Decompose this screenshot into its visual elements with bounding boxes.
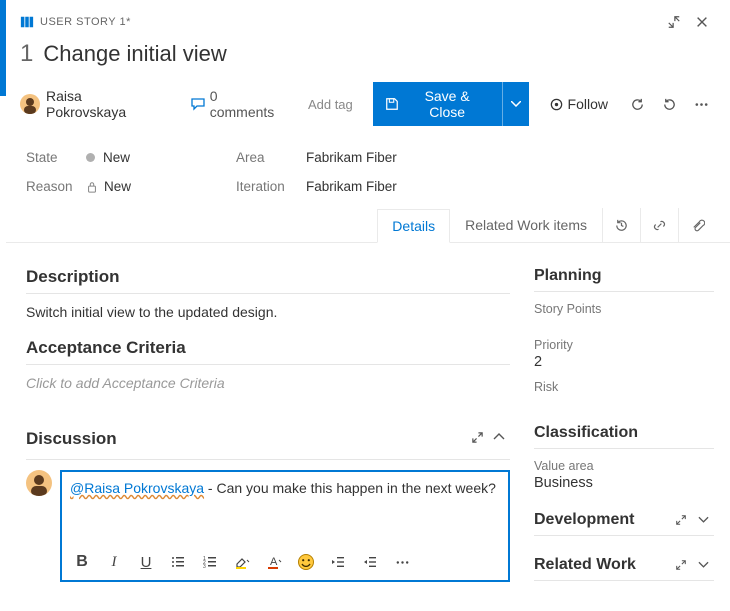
tab-details[interactable]: Details (377, 209, 450, 243)
indent-button[interactable] (356, 548, 384, 576)
add-tag-button[interactable]: Add tag (300, 93, 361, 116)
divider (26, 459, 510, 460)
emoji-button[interactable] (292, 548, 320, 576)
discussion-heading: Discussion (26, 429, 117, 449)
work-item-type-icon (20, 15, 34, 29)
reason-value-text: New (104, 179, 131, 194)
comments-count-text: 0 comments (210, 88, 286, 120)
acceptance-criteria-placeholder[interactable]: Click to add Acceptance Criteria (26, 375, 510, 391)
collapse-related-work-icon[interactable] (692, 554, 714, 576)
save-dropdown-button[interactable] (502, 82, 529, 126)
work-item-id: 1 (20, 40, 33, 68)
mention-link[interactable]: @Raisa Pokrovskaya (70, 480, 204, 496)
tab-history-icon[interactable] (602, 208, 640, 242)
divider (534, 580, 714, 581)
refresh-icon[interactable] (624, 90, 652, 118)
numbered-list-button[interactable]: 123 (196, 548, 224, 576)
expand-discussion-icon[interactable] (466, 426, 488, 448)
priority-label: Priority (534, 338, 714, 352)
outdent-button[interactable] (324, 548, 352, 576)
discussion-editor[interactable]: @Raisa Pokrovskaya - Can you make this h… (60, 470, 510, 582)
collapse-discussion-icon[interactable] (488, 426, 510, 448)
divider (534, 535, 714, 536)
assignee-avatar[interactable] (20, 94, 40, 114)
work-item-title[interactable]: Change initial view (43, 41, 226, 67)
story-points-label: Story Points (534, 302, 714, 316)
save-button-label: Save & Close (405, 88, 490, 120)
italic-button[interactable]: I (100, 548, 128, 576)
planning-heading: Planning (534, 267, 714, 285)
comments-count[interactable]: 0 comments (190, 88, 286, 120)
priority-value[interactable]: 2 (534, 354, 714, 370)
value-area-value[interactable]: Business (534, 475, 714, 491)
divider (26, 293, 510, 294)
follow-label: Follow (568, 96, 608, 112)
toolbar-more-icon[interactable] (388, 548, 416, 576)
value-area-label: Value area (534, 459, 714, 473)
svg-text:3: 3 (203, 564, 206, 570)
lock-icon (86, 181, 98, 193)
divider (534, 291, 714, 292)
tab-related-work-items[interactable]: Related Work items (450, 208, 602, 242)
iteration-value[interactable]: Fabrikam Fiber (306, 179, 506, 194)
tab-links-icon[interactable] (640, 208, 678, 242)
restore-window-icon[interactable] (660, 8, 688, 36)
discussion-editor-body[interactable]: @Raisa Pokrovskaya - Can you make this h… (62, 472, 508, 544)
save-and-close-button[interactable]: Save & Close (373, 82, 502, 126)
description-heading: Description (26, 267, 510, 287)
area-value[interactable]: Fabrikam Fiber (306, 150, 506, 165)
related-work-heading: Related Work (534, 556, 636, 574)
current-user-avatar (26, 470, 52, 496)
font-color-button[interactable]: A (260, 548, 288, 576)
reason-value[interactable]: New (86, 179, 236, 194)
reason-label: Reason (26, 179, 86, 194)
expand-development-icon[interactable] (670, 509, 692, 531)
work-item-type-label: USER STORY 1* (40, 16, 131, 28)
tab-attachments-icon[interactable] (678, 208, 716, 242)
acceptance-criteria-heading: Acceptance Criteria (26, 338, 510, 358)
state-dot-icon (86, 153, 95, 162)
development-heading: Development (534, 511, 634, 529)
description-text[interactable]: Switch initial view to the updated desig… (26, 304, 510, 320)
close-icon[interactable] (688, 8, 716, 36)
more-actions-icon[interactable] (688, 90, 716, 118)
divider (534, 448, 714, 449)
assignee-name[interactable]: Raisa Pokrovskaya (46, 88, 166, 120)
highlight-color-button[interactable] (228, 548, 256, 576)
state-value-text: New (103, 150, 130, 165)
area-label: Area (236, 150, 306, 165)
expand-related-work-icon[interactable] (670, 554, 692, 576)
discussion-comment-text: - Can you make this happen in the next w… (204, 480, 496, 496)
revert-icon[interactable] (656, 90, 684, 118)
iteration-label: Iteration (236, 179, 306, 194)
collapse-development-icon[interactable] (692, 509, 714, 531)
bold-button[interactable]: B (68, 548, 96, 576)
divider (26, 364, 510, 365)
state-label: State (26, 150, 86, 165)
svg-text:A: A (270, 556, 278, 568)
state-value[interactable]: New (86, 150, 236, 165)
follow-button[interactable]: Follow (549, 96, 608, 112)
bullet-list-button[interactable] (164, 548, 192, 576)
risk-label: Risk (534, 380, 714, 394)
classification-heading: Classification (534, 424, 714, 442)
underline-button[interactable]: U (132, 548, 160, 576)
